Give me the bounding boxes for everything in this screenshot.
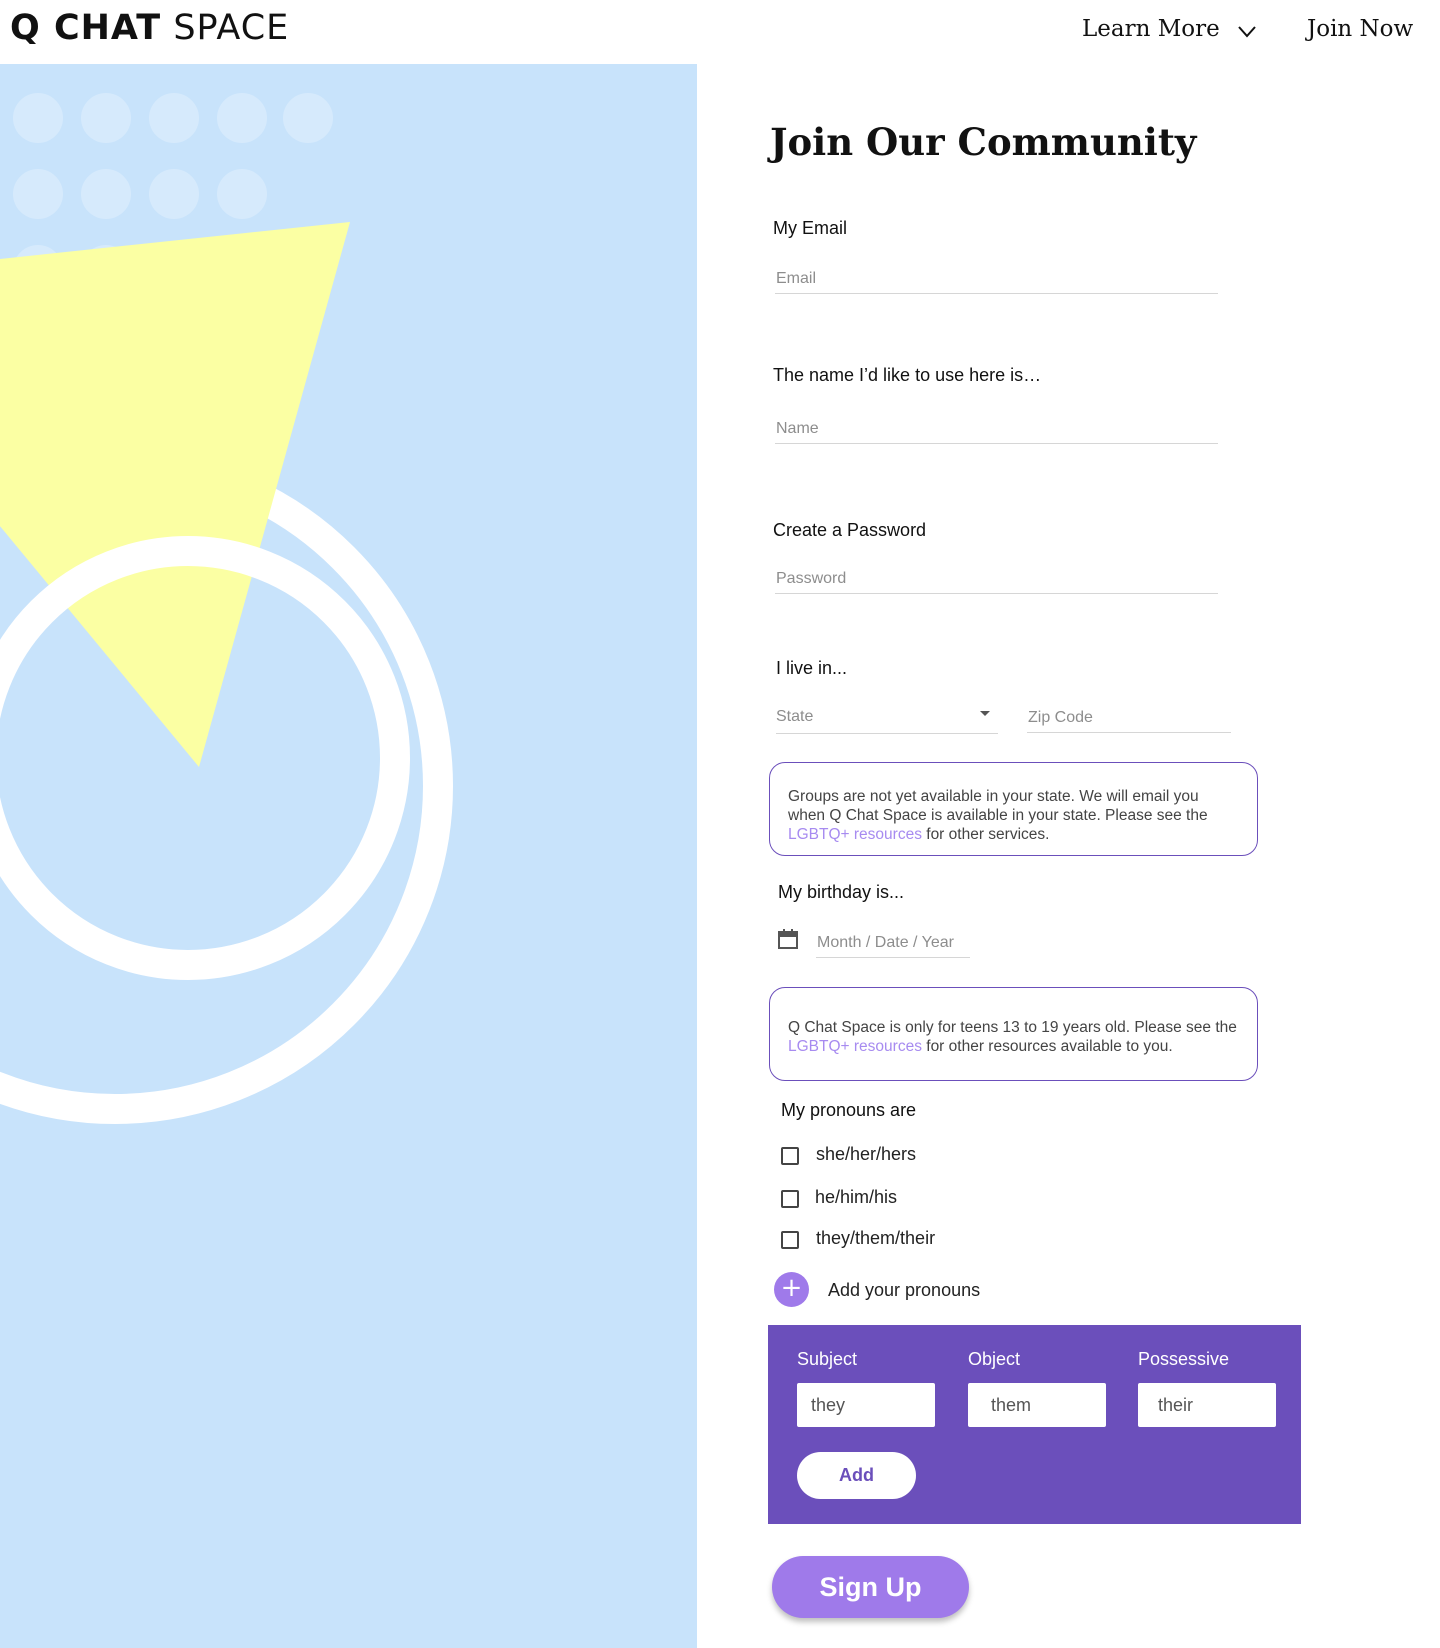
age-notice-text-end: for other resources available to you.: [921, 1038, 1173, 1055]
chevron-down-icon[interactable]: [1236, 20, 1258, 42]
object-pronoun-input[interactable]: [968, 1383, 1106, 1427]
possessive-pronoun-input[interactable]: [1138, 1383, 1276, 1427]
pronoun-option-label: he/him/his: [815, 1187, 898, 1207]
logo-light-text: SPACE: [173, 8, 290, 48]
pronoun-option-label: she/her/hers: [816, 1144, 917, 1164]
object-label: Object: [968, 1349, 1021, 1369]
site-header: Q CHAT SPACE Learn More Join Now: [0, 0, 1440, 64]
birthday-field[interactable]: [816, 920, 970, 958]
zip-code-field[interactable]: [1027, 693, 1231, 733]
state-notice-text: Groups are not yet available in your sta…: [788, 788, 1208, 824]
state-unavailable-notice: Groups are not yet available in your sta…: [769, 762, 1258, 856]
email-label: My Email: [773, 218, 848, 238]
pronoun-option-label: they/them/their: [816, 1228, 936, 1248]
email-field[interactable]: [775, 254, 1218, 294]
password-label: Create a Password: [773, 520, 927, 540]
age-notice-text: Q Chat Space is only for teens 13 to 19 …: [788, 1019, 1237, 1036]
calendar-icon[interactable]: [778, 929, 798, 949]
yellow-triangle: [0, 222, 350, 767]
possessive-label: Possessive: [1138, 1349, 1230, 1369]
caret-down-icon: [980, 711, 990, 716]
name-field[interactable]: [775, 404, 1218, 444]
nav-learn-more[interactable]: Learn More: [1082, 16, 1220, 42]
plus-icon[interactable]: +: [774, 1272, 809, 1307]
password-field[interactable]: [775, 554, 1218, 594]
lgbtq-resources-link[interactable]: LGBTQ+ resources: [788, 826, 922, 843]
location-label: I live in...: [776, 658, 848, 678]
subject-pronoun-input[interactable]: [797, 1383, 935, 1427]
logo-bold-text: Q CHAT: [10, 8, 162, 48]
sign-up-button[interactable]: Sign Up: [772, 1556, 969, 1618]
name-label: The name I’d like to use here is…: [773, 365, 1042, 385]
checkbox[interactable]: [781, 1231, 799, 1249]
hero-art-panel: [0, 64, 697, 1648]
checkbox[interactable]: [781, 1147, 799, 1165]
state-notice-text-end: for other services.: [921, 826, 1050, 843]
add-pronouns-label: Add your pronouns: [828, 1280, 981, 1300]
age-restriction-notice: Q Chat Space is only for teens 13 to 19 …: [769, 987, 1258, 1081]
lgbtq-resources-link[interactable]: LGBTQ+ resources: [788, 1038, 922, 1055]
decorative-shapes: [0, 93, 453, 1124]
state-placeholder: State: [776, 708, 814, 725]
state-select[interactable]: State: [776, 694, 998, 734]
logo[interactable]: Q CHAT SPACE: [10, 8, 289, 48]
pronouns-label: My pronouns are: [781, 1100, 917, 1120]
subject-label: Subject: [797, 1349, 858, 1369]
add-pronoun-button[interactable]: Add: [797, 1452, 916, 1499]
page-title: Join Our Community: [770, 120, 1197, 164]
nav-join-now[interactable]: Join Now: [1307, 16, 1413, 42]
custom-pronoun-panel: Subject Object Possessive Add: [768, 1325, 1301, 1524]
checkbox[interactable]: [781, 1190, 799, 1208]
birthday-label: My birthday is...: [778, 882, 905, 902]
